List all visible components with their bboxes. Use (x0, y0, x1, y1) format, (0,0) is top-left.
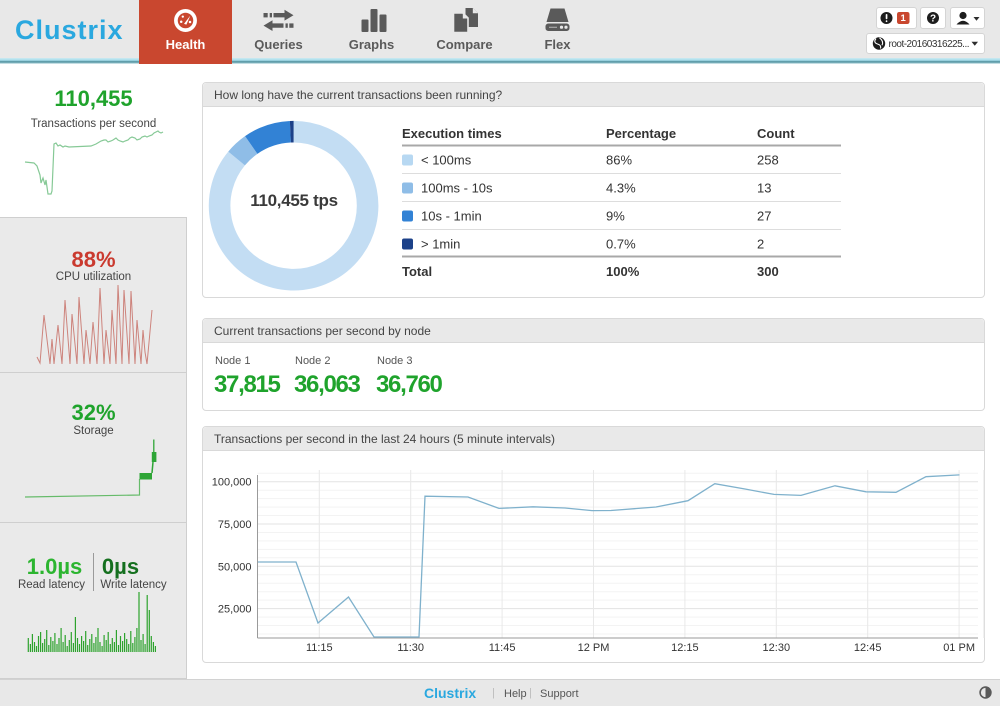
svg-text:root-20160316225...: root-20160316225... (889, 39, 970, 50)
svg-text:1: 1 (901, 13, 907, 24)
svg-text:?: ? (930, 14, 936, 25)
